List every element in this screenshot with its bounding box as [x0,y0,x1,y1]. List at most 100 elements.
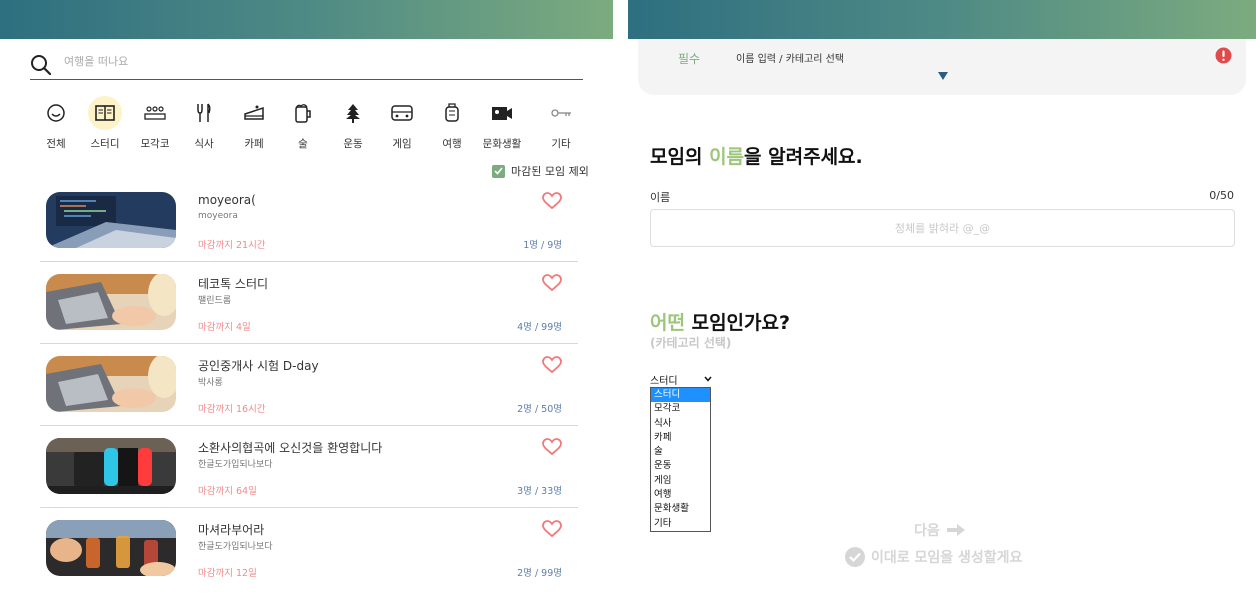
chevron-down-icon [704,376,712,382]
meeting-host: moyeora [198,211,238,221]
meeting-host: 팰린드롬 [198,296,232,306]
category-label: 문화생활 [482,138,522,150]
meeting-deadline: 마감까지 12일 [198,568,257,579]
meeting-list: moyeora( moyeora 마감까지 21시간 1명 / 9명 테코톡 스… [40,180,578,590]
meeting-thumbnail [46,356,176,412]
arrow-right-icon [946,524,965,536]
meeting-deadline: 마감까지 4일 [198,322,251,333]
create-meeting-screen: 필수 이름 입력 / 카테고리 선택 모임의 이름을 알려주세요. 이름 0/5… [628,0,1256,601]
category-select-value: 스터디 [650,375,678,387]
meeting-member-count: 4명 / 99명 [517,322,562,333]
meeting-card[interactable]: moyeora( moyeora 마감까지 21시간 1명 / 9명 [40,180,578,262]
search-bar [30,52,583,80]
category-label: 술 [298,138,308,150]
meeting-host: 한글도가입되나보다 [198,542,273,552]
meeting-title: 공인중개사 시험 D-day [198,359,319,373]
category-etc[interactable]: 기타 [541,96,581,154]
category-heading: 어떤 모임인가요? [650,312,791,334]
category-select[interactable]: 스터디 [650,372,712,387]
category-game[interactable]: 게임 [382,96,422,154]
meeting-deadline: 마감까지 64일 [198,486,257,497]
meeting-host: 박사롱 [198,378,223,388]
gamepad-icon [385,96,419,130]
category-mogakco[interactable]: 모각코 [135,96,175,154]
meeting-member-count: 2명 / 50명 [517,404,562,415]
meeting-card[interactable]: 테코톡 스터디 팰린드롬 마감까지 4일 4명 / 99명 [40,262,578,344]
meeting-card[interactable]: 소환사의협곡에 오신것을 환영합니다 한글도가입되나보다 마감까지 64일 3명… [40,426,578,508]
category-option[interactable]: 게임 [651,474,710,488]
people-icon [138,96,172,130]
book-icon [88,96,122,130]
search-input[interactable] [64,55,544,68]
meeting-host: 한글도가입되나보다 [198,460,273,470]
category-label: 모각코 [140,138,170,150]
meeting-thumbnail [46,520,176,576]
key-icon [544,96,578,130]
name-char-count: 0/50 [1209,189,1234,202]
create-meeting-label: 이대로 모임을 생성할게요 [871,550,1023,566]
exclude-closed-label: 마감된 모임 제외 [511,165,589,178]
required-summary-panel[interactable]: 필수 이름 입력 / 카테고리 선택 [638,39,1246,95]
next-label: 다음 [914,523,940,539]
create-meeting-button[interactable]: 이대로 모임을 생성할게요 [844,546,1022,568]
tree-icon [336,96,370,130]
category-bar: 전체 스터디 모각코 식사 카페 술 운동 게임 여행 문화생활 기타 [40,96,580,156]
category-label: 식사 [194,138,214,150]
category-culture[interactable]: 문화생활 [482,96,522,154]
chevron-down-icon[interactable] [938,72,948,80]
category-label: 기타 [551,138,571,150]
luggage-icon [435,96,469,130]
meeting-member-count: 1명 / 9명 [523,240,562,251]
category-option[interactable]: 모각코 [651,402,710,416]
category-study[interactable]: 스터디 [85,96,125,154]
header-bar [628,0,1256,39]
meeting-list-screen: 전체 스터디 모각코 식사 카페 [0,0,613,601]
heart-icon[interactable] [542,192,562,210]
meeting-member-count: 3명 / 33명 [517,486,562,497]
cake-icon [237,96,271,130]
category-label: 게임 [392,138,412,150]
category-label: 카페 [244,138,264,150]
meeting-title: 소환사의협곡에 오신것을 환영합니다 [198,441,383,455]
meeting-thumbnail [46,274,176,330]
heart-icon[interactable] [542,274,562,292]
required-text: 이름 입력 / 카테고리 선택 [736,54,845,65]
category-exercise[interactable]: 운동 [333,96,373,154]
next-button[interactable]: 다음 [914,520,966,540]
name-heading: 모임의 이름을 알려주세요. [650,146,863,168]
utensils-icon [187,96,221,130]
category-label: 여행 [442,138,462,150]
camera-icon [485,96,519,130]
exclude-closed-toggle[interactable]: 마감된 모임 제외 [492,163,589,179]
category-option[interactable]: 여행 [651,488,710,502]
category-cafe[interactable]: 카페 [234,96,274,154]
heart-icon[interactable] [542,438,562,456]
header-bar [0,0,613,39]
category-option[interactable]: 기타 [651,517,710,531]
category-option[interactable]: 식사 [651,417,710,431]
search-icon[interactable] [30,54,52,76]
beer-icon [286,96,320,130]
category-meal[interactable]: 식사 [184,96,224,154]
category-option[interactable]: 스터디 [651,388,710,403]
category-alcohol[interactable]: 술 [283,96,323,154]
heart-icon[interactable] [542,520,562,538]
heart-icon[interactable] [542,356,562,374]
meeting-card[interactable]: 공인중개사 시험 D-day 박사롱 마감까지 16시간 2명 / 50명 [40,344,578,426]
category-all[interactable]: 전체 [36,96,76,154]
meeting-title: 테코톡 스터디 [198,277,269,291]
category-travel[interactable]: 여행 [432,96,472,154]
category-option[interactable]: 문화생활 [651,502,710,516]
meeting-card[interactable]: 마셔라부어라 한글도가입되나보다 마감까지 12일 2명 / 99명 [40,508,578,590]
meeting-deadline: 마감까지 21시간 [198,240,266,251]
meeting-thumbnail [46,438,176,494]
meeting-member-count: 2명 / 99명 [517,568,562,579]
category-option[interactable]: 운동 [651,459,710,473]
category-label: 운동 [343,138,363,150]
checkbox-checked[interactable] [492,164,505,178]
category-option[interactable]: 카페 [651,431,710,445]
smile-icon [39,96,73,130]
name-input[interactable] [650,209,1235,247]
category-option[interactable]: 술 [651,445,710,459]
category-label: 스터디 [90,138,120,150]
